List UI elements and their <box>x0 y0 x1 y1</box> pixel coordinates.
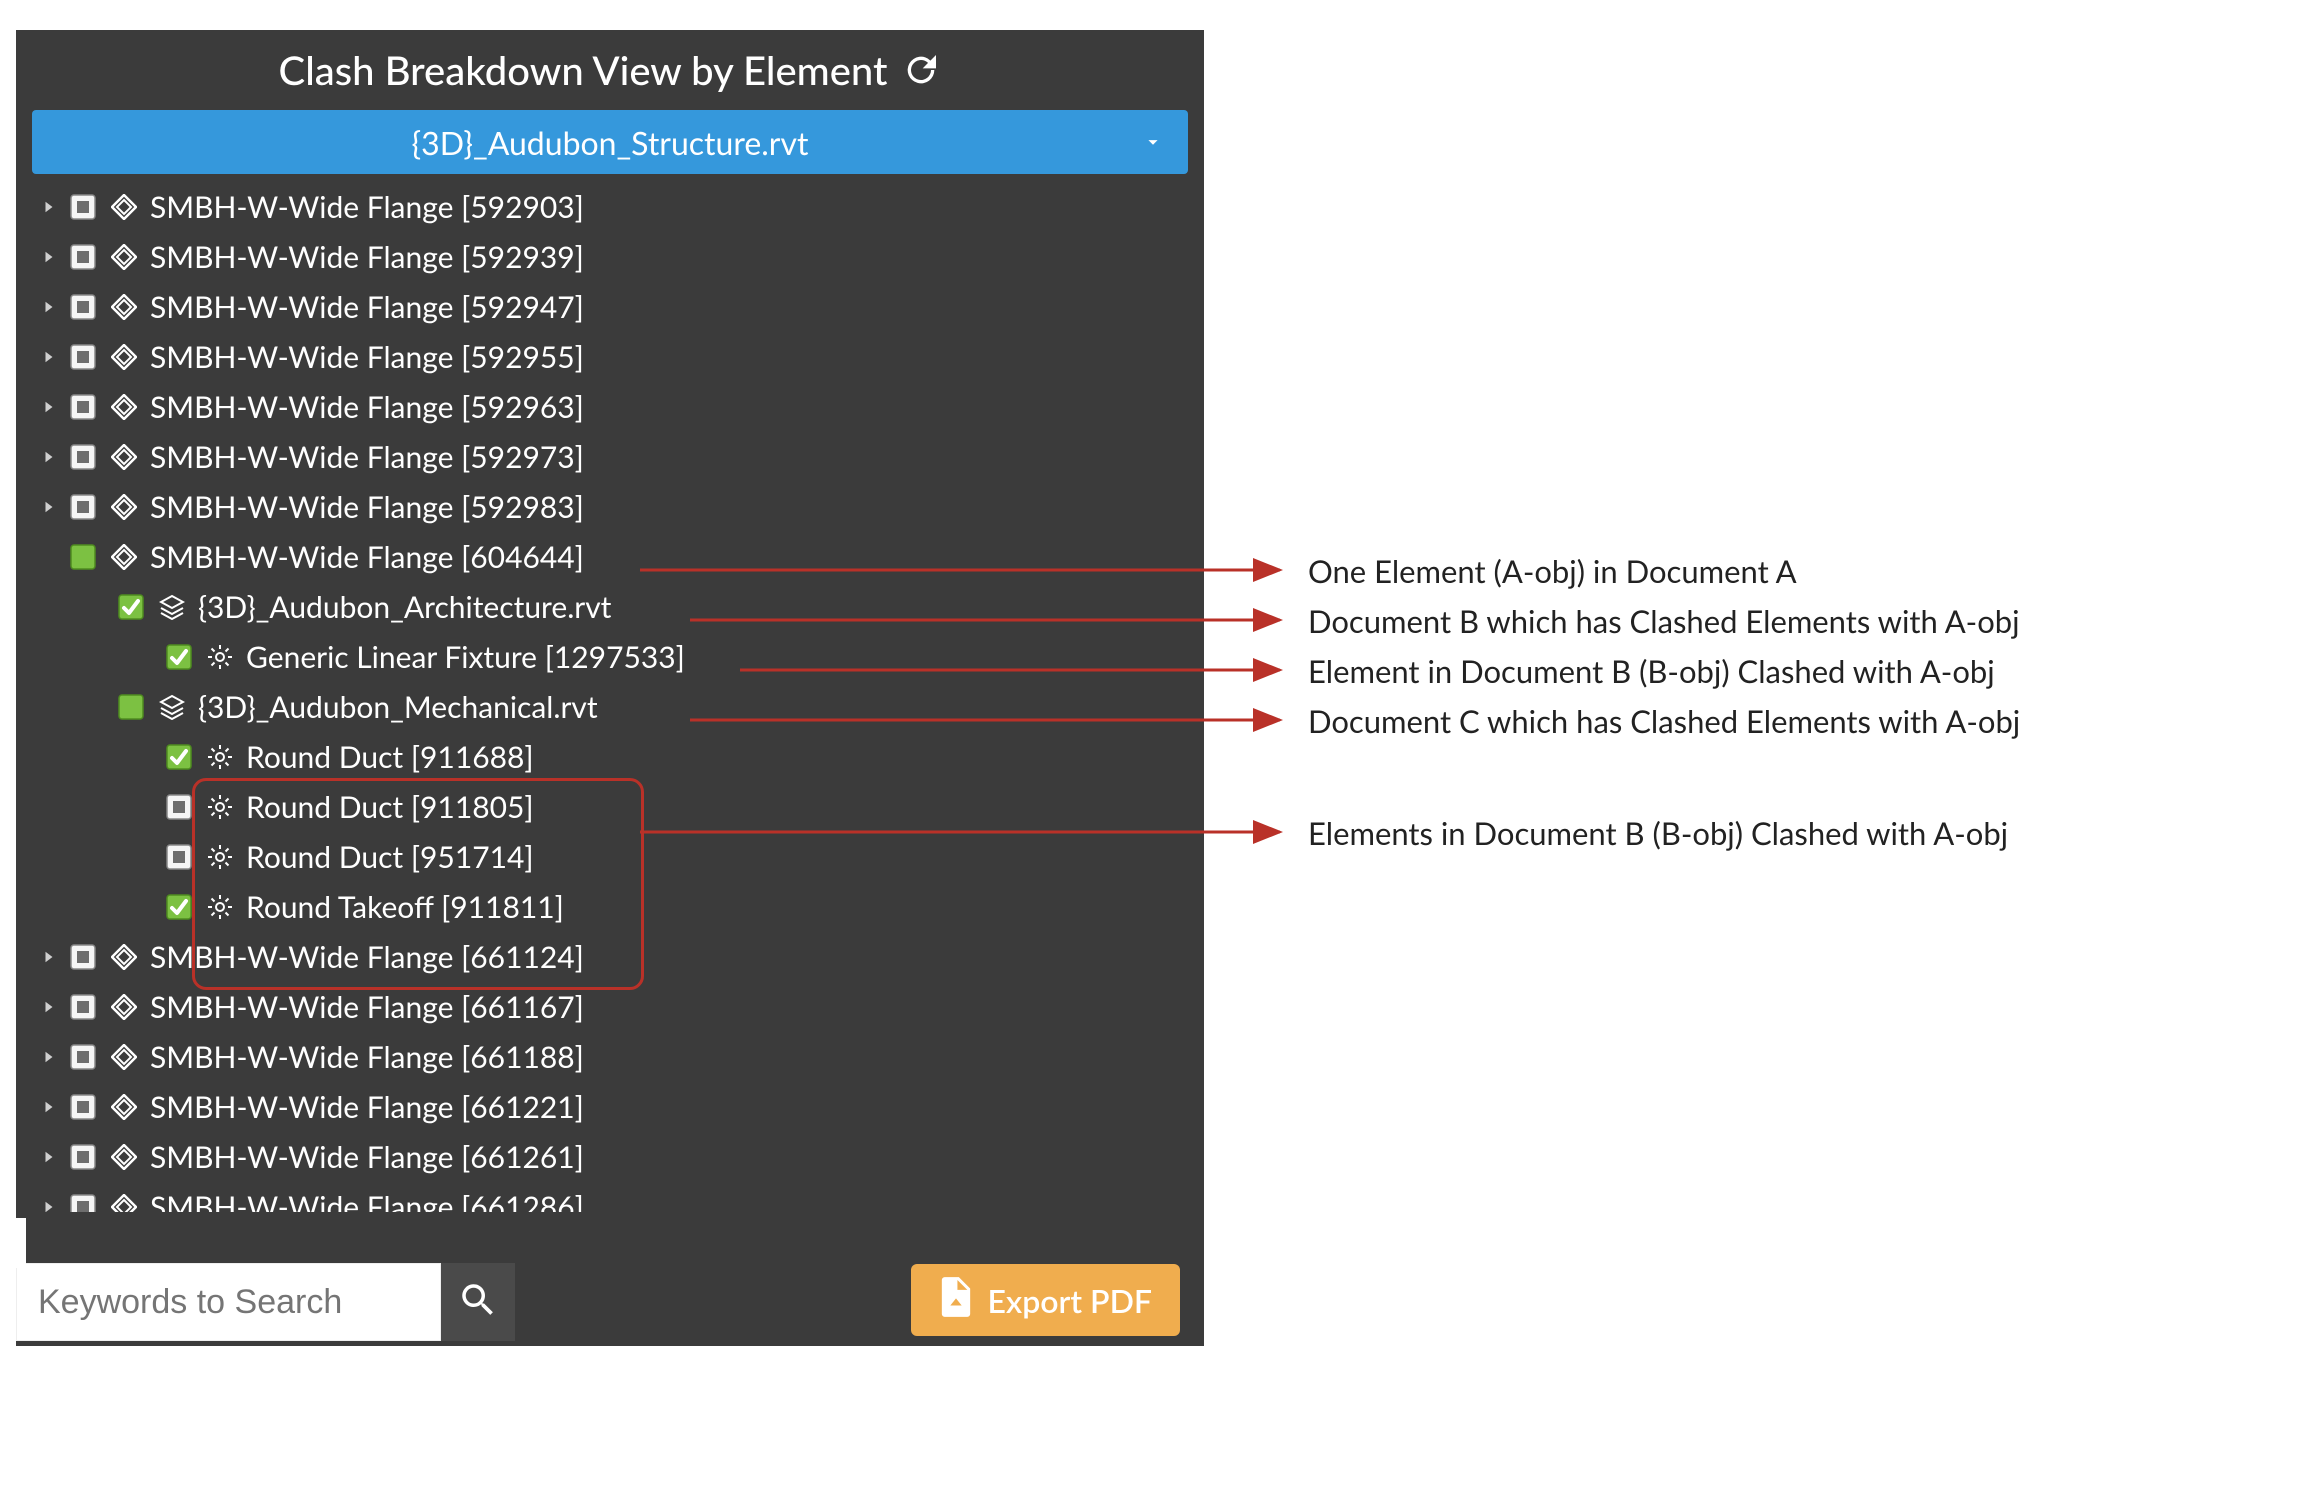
annotation-c: Element in Document B (B-obj) Clashed wi… <box>1308 652 1995 690</box>
annotation-d: Document C which has Clashed Elements wi… <box>1308 702 2020 740</box>
annotation-e: Elements in Document B (B-obj) Clashed w… <box>1308 814 2008 852</box>
annotation-a: One Element (A-obj) in Document A <box>1308 552 1797 590</box>
annotation-b: Document B which has Clashed Elements wi… <box>1308 602 2020 640</box>
callout-arrows <box>0 0 2312 1486</box>
